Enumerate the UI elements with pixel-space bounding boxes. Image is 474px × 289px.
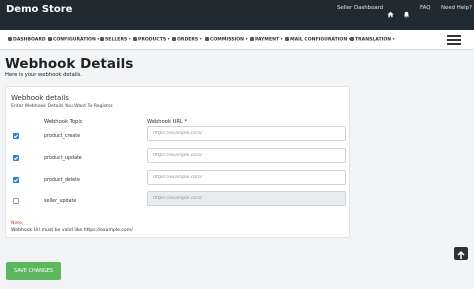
chevron-down-icon: ▾ [392,37,395,41]
payment-icon [250,37,254,41]
product-create-checkbox[interactable] [13,133,19,139]
chevron-down-icon: ▾ [167,37,170,41]
webhook-details-card: Webhook details Enter Webhook Details Yo… [5,86,350,238]
column-header-url: Webhook URL * [147,119,188,125]
card-subtitle: Enter Webhook Details You Want To Regist… [11,104,114,109]
product-delete-checkbox[interactable] [13,177,19,183]
home-icon[interactable] [387,3,394,22]
chevron-down-icon: ▾ [97,37,100,41]
seller-dashboard-link[interactable]: Seller Dashboard [337,5,383,11]
seller-update-checkbox[interactable] [13,198,19,204]
main-nav: DASHBOARD CONFIGURATION ▾ SELLERS ▾ PROD… [0,30,474,50]
chevron-down-icon: ▾ [128,37,131,41]
menu-icon[interactable] [447,35,461,45]
chevron-down-icon: ▾ [245,37,248,41]
faq-link[interactable]: FAQ [420,5,430,11]
column-header-topic: Webhook Topic [44,119,83,125]
dashboard-icon [8,37,12,41]
scroll-to-top-button[interactable] [454,247,468,260]
page-title: Webhook Details [5,56,134,72]
nav-products[interactable]: PRODUCTS ▾ [133,37,170,43]
save-changes-button[interactable]: SAVE CHANGES [6,262,61,280]
check-icon [13,156,19,161]
mail-icon [285,37,289,41]
products-icon [133,37,137,41]
store-name[interactable]: Demo Store [6,4,72,15]
product-update-checkbox[interactable] [13,155,19,161]
top-bar: Demo Store Seller Dashboard FAQ Need Hel… [0,0,474,30]
chevron-down-icon: ▾ [280,37,283,41]
nav-translation[interactable]: TRANSLATION ▾ [350,37,395,43]
product-update-url-input[interactable] [147,148,346,163]
commission-icon [205,37,209,41]
topic-label: product_update [44,156,82,161]
check-icon [13,178,19,183]
page-subtitle: Here is your webhook details. [5,72,83,78]
configuration-icon [48,37,52,41]
note-label: Note: [11,221,24,226]
topic-label: product_delete [44,178,80,183]
nav-orders[interactable]: ORDERS ▾ [172,37,202,43]
note-text: Webhook Url must be valid like https://e… [11,228,133,233]
topic-label: seller_update [44,199,77,204]
nav-sellers[interactable]: SELLERS ▾ [100,37,131,43]
bell-icon[interactable] [403,3,410,22]
nav-commission[interactable]: COMMISSION ▾ [205,37,247,43]
translation-icon [350,37,354,41]
sellers-icon [100,37,104,41]
seller-update-url-input [147,191,346,206]
card-title: Webhook details [11,94,69,102]
nav-configuration[interactable]: CONFIGURATION ▾ [48,37,99,43]
product-delete-url-input[interactable] [147,170,346,185]
topic-label: product_create [44,134,81,139]
product-create-url-input[interactable] [147,126,346,141]
check-icon [13,134,19,139]
arrow-up-icon [457,250,465,259]
need-help-link[interactable]: Need Help? [441,5,472,11]
nav-dashboard[interactable]: DASHBOARD [8,37,46,43]
nav-mail-configuration[interactable]: MAIL CONFIGURATION ▾ [285,37,351,43]
orders-icon [172,37,176,41]
chevron-down-icon: ▾ [199,37,202,41]
nav-payment[interactable]: PAYMENT ▾ [250,37,283,43]
